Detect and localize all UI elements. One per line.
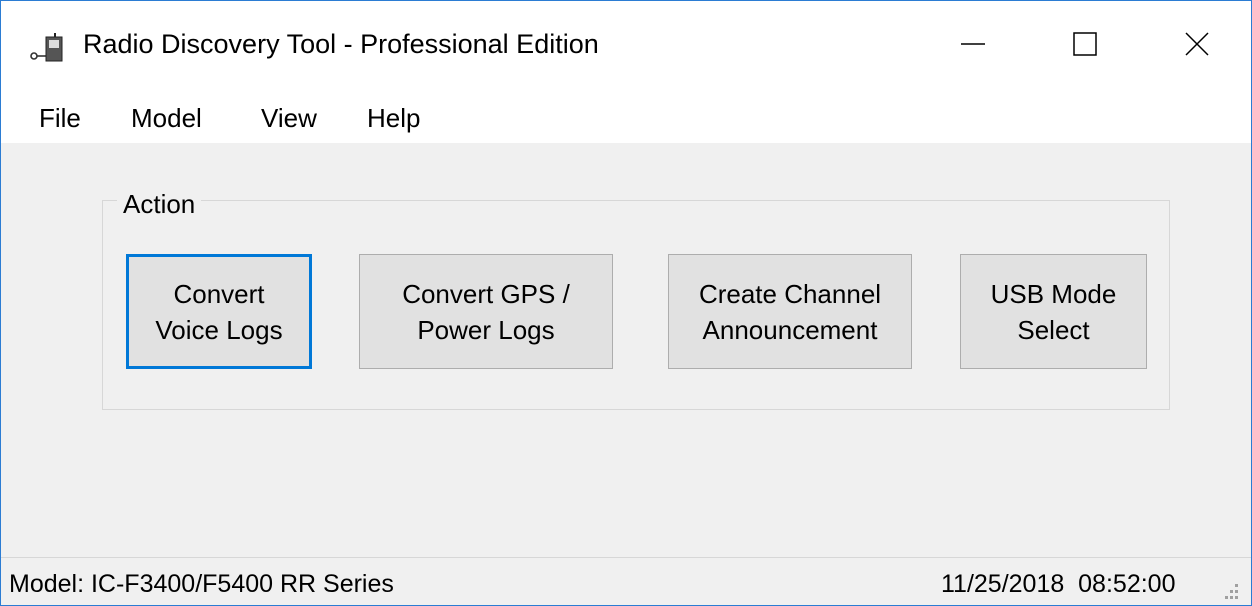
menu-view[interactable]: View — [257, 101, 321, 136]
convert-voice-logs-label: Convert Voice Logs — [155, 278, 283, 345]
status-bar: Model: IC-F3400/F5400 RR Series 11/25/20… — [1, 557, 1251, 605]
create-channel-announcement-button[interactable]: Create Channel Announcement — [668, 254, 912, 369]
menu-file[interactable]: File — [35, 101, 85, 136]
main-window: Radio Discovery Tool - Professional Edit… — [0, 0, 1252, 606]
radio-app-icon — [29, 33, 69, 63]
menu-bar: File Model View Help — [1, 91, 1251, 143]
maximize-icon — [1073, 31, 1097, 61]
convert-voice-logs-button[interactable]: Convert Voice Logs — [126, 254, 312, 369]
menu-help[interactable]: Help — [363, 101, 424, 136]
status-datetime-text: 11/25/2018 08:52:00 — [941, 570, 1176, 598]
convert-gps-power-logs-button[interactable]: Convert GPS / Power Logs — [359, 254, 613, 369]
window-title: Radio Discovery Tool - Professional Edit… — [83, 29, 599, 59]
action-group-label: Action — [117, 189, 202, 219]
close-icon — [1185, 31, 1209, 61]
minimize-button[interactable] — [917, 1, 1029, 91]
menu-model[interactable]: Model — [127, 101, 206, 136]
minimize-icon — [961, 32, 985, 61]
maximize-button[interactable] — [1029, 1, 1141, 91]
create-channel-announcement-label: Create Channel Announcement — [698, 278, 882, 345]
usb-mode-select-label: USB Mode Select — [990, 278, 1117, 345]
convert-gps-power-logs-label: Convert GPS / Power Logs — [402, 278, 570, 345]
close-button[interactable] — [1141, 1, 1251, 91]
title-bar[interactable]: Radio Discovery Tool - Professional Edit… — [1, 1, 1251, 91]
status-model-text: Model: IC-F3400/F5400 RR Series — [9, 570, 394, 598]
usb-mode-select-button[interactable]: USB Mode Select — [960, 254, 1147, 369]
resize-grip-icon[interactable] — [1219, 582, 1241, 602]
